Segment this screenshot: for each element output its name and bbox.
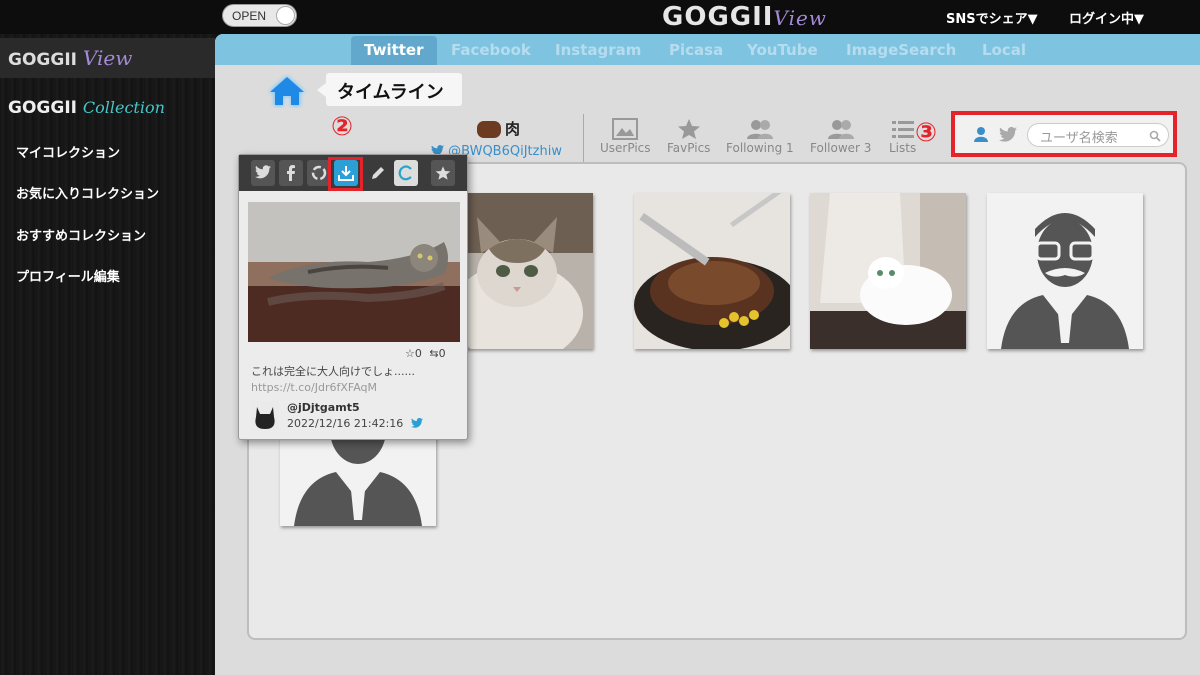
picture-icon bbox=[612, 118, 639, 140]
star-icon bbox=[435, 166, 451, 180]
twitter-bird-icon[interactable] bbox=[410, 417, 423, 428]
profile-name[interactable]: 肉 bbox=[477, 118, 520, 139]
user-search-box: ユーザ名検索 bbox=[951, 111, 1177, 157]
sidebar-item-my-collection[interactable]: マイコレクション bbox=[16, 142, 120, 161]
divider bbox=[583, 114, 584, 162]
recycle-icon bbox=[311, 165, 327, 181]
tab-picasa[interactable]: Picasa bbox=[669, 41, 723, 59]
thumbnail-cat-lap[interactable] bbox=[810, 193, 966, 349]
tab-facebook[interactable]: Facebook bbox=[451, 41, 531, 59]
cat-avatar-icon bbox=[251, 401, 279, 431]
tweet-date-text: 2022/12/16 21:42:16 bbox=[287, 417, 404, 430]
nav-favpics[interactable]: FavPics bbox=[667, 118, 710, 155]
breadcrumb-timeline: タイムライン bbox=[317, 73, 462, 106]
sidebar-brand-sub: View bbox=[82, 46, 133, 70]
nav-lists[interactable]: Lists bbox=[889, 118, 916, 155]
tweet-author-handle[interactable]: @jDjtgamt5 bbox=[287, 401, 360, 414]
tweet-link[interactable]: https://t.co/Jdr6fXFAqM bbox=[251, 381, 377, 394]
search-icon[interactable] bbox=[1149, 130, 1161, 142]
popup-toolbar bbox=[239, 155, 467, 191]
nav-userpics[interactable]: UserPics bbox=[600, 118, 651, 155]
retweet-count[interactable]: ⇆0 bbox=[429, 347, 445, 360]
home-icon[interactable] bbox=[267, 74, 307, 108]
facebook-share-button[interactable] bbox=[279, 160, 303, 186]
star-icon bbox=[677, 119, 700, 139]
brand-logo-main: GOGGII bbox=[662, 2, 774, 32]
user-search-input[interactable]: ユーザ名検索 bbox=[1027, 123, 1169, 147]
annotation-step2: ② bbox=[331, 112, 354, 142]
tab-twitter[interactable]: Twitter bbox=[351, 36, 437, 65]
collection-c-icon bbox=[398, 165, 412, 181]
thumbnail-default-avatar[interactable] bbox=[987, 193, 1143, 349]
tab-instagram[interactable]: Instagram bbox=[555, 41, 641, 59]
nav-following[interactable]: Following 1 bbox=[726, 118, 794, 155]
tweet-author-avatar[interactable] bbox=[251, 401, 279, 431]
tweet-popup: ☆0 ⇆0 これは完全に大人向けでしょ...... https://t.co/J… bbox=[238, 154, 468, 440]
tweet-body: これは完全に大人向けでしょ...... bbox=[251, 365, 415, 378]
download-highlight-frame bbox=[328, 157, 363, 191]
sidebar-item-profile-edit[interactable]: プロフィール編集 bbox=[16, 266, 120, 285]
share-menu[interactable]: SNSでシェア▼ bbox=[946, 8, 1038, 27]
edit-button[interactable] bbox=[366, 160, 390, 186]
profile-name-text: 肉 bbox=[505, 120, 521, 138]
nav-lists-label: Lists bbox=[889, 141, 917, 155]
nav-follower-label: Follower 3 bbox=[810, 141, 872, 155]
annotation-step3: ③ bbox=[915, 118, 938, 148]
sidebar: GOGGII View GOGGII Collection マイコレクション お… bbox=[0, 34, 215, 675]
facebook-icon bbox=[287, 165, 295, 181]
tweet-date: 2022/12/16 21:42:16 bbox=[287, 417, 423, 430]
sidebar-item-recommended-collection[interactable]: おすすめコレクション bbox=[16, 225, 146, 244]
tab-youtube[interactable]: YouTube bbox=[747, 41, 818, 59]
collection-logo: GOGGII Collection bbox=[8, 98, 165, 118]
users-icon bbox=[746, 120, 773, 139]
collection-add-button[interactable] bbox=[394, 160, 418, 186]
brand-logo[interactable]: GOGGIIView bbox=[662, 2, 827, 32]
brand-logo-sub: View bbox=[773, 6, 827, 30]
favorite-button[interactable] bbox=[431, 160, 455, 186]
like-count[interactable]: ☆0 bbox=[405, 347, 422, 360]
open-toggle[interactable]: OPEN bbox=[222, 4, 297, 27]
pencil-icon bbox=[372, 167, 384, 179]
service-tabs: Twitter Facebook Instagram Picasa YouTub… bbox=[215, 34, 1200, 65]
collection-logo-sub: Collection bbox=[82, 98, 165, 117]
twitter-bird-icon bbox=[255, 165, 271, 179]
top-bar: OPEN GOGGIIView SNSでシェア▼ ログイン中▼ bbox=[0, 0, 1200, 34]
list-icon bbox=[891, 121, 914, 138]
sidebar-brand[interactable]: GOGGII View bbox=[0, 38, 215, 78]
thumbnail-steak[interactable] bbox=[634, 193, 790, 349]
tweet-stats: ☆0 ⇆0 bbox=[405, 347, 446, 360]
collection-logo-main: GOGGII bbox=[8, 98, 77, 118]
tweet-button[interactable] bbox=[251, 160, 275, 186]
nav-favpics-label: FavPics bbox=[667, 141, 711, 155]
login-menu[interactable]: ログイン中▼ bbox=[1069, 8, 1144, 27]
nav-userpics-label: UserPics bbox=[600, 141, 651, 155]
users-icon bbox=[827, 120, 854, 139]
nav-follower[interactable]: Follower 3 bbox=[810, 118, 871, 155]
tab-imagesearch[interactable]: ImageSearch bbox=[846, 41, 956, 59]
tweet-text: これは完全に大人向けでしょ...... https://t.co/Jdr6fXF… bbox=[251, 364, 461, 396]
tab-local[interactable]: Local bbox=[982, 41, 1026, 59]
sidebar-brand-main: GOGGII bbox=[8, 50, 77, 70]
sidebar-item-favorite-collection[interactable]: お気に入りコレクション bbox=[16, 183, 159, 202]
open-toggle-label: OPEN bbox=[232, 9, 267, 23]
tweet-image[interactable] bbox=[248, 202, 460, 342]
toggle-knob bbox=[276, 6, 295, 25]
twitter-bird-icon[interactable] bbox=[999, 127, 1017, 142]
user-icon[interactable] bbox=[973, 126, 989, 142]
profile-avatar bbox=[477, 121, 501, 138]
nav-following-label: Following 1 bbox=[726, 141, 794, 155]
